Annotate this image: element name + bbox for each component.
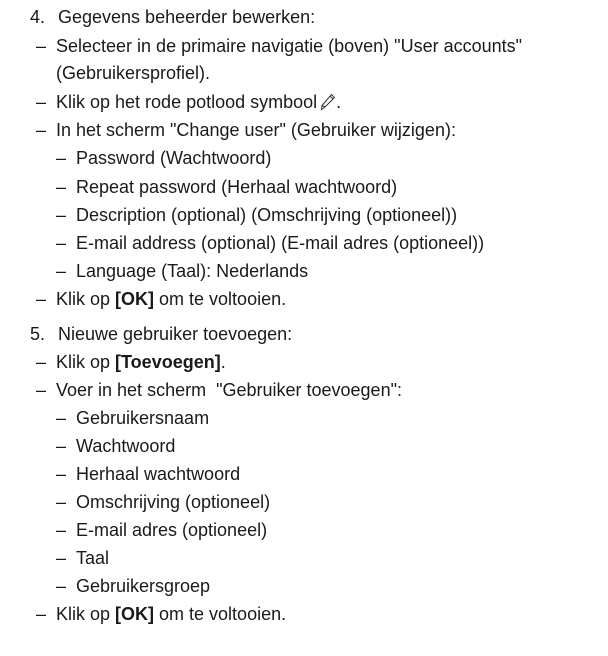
toevoegen-button-label: [Toevoegen]: [115, 352, 221, 372]
list-item-text: Klik op: [56, 352, 116, 372]
list-item-with-icon: Klik op het rode potlood symbool.: [56, 91, 341, 113]
dash-bullet: –: [36, 380, 47, 400]
dash-bullet: –: [36, 92, 47, 112]
list-item-text: Klik op het rode potlood symbool: [56, 92, 318, 112]
sub-list-item-text: Gebruikersnaam: [76, 408, 210, 428]
list-item-text: om te voltooien.: [154, 604, 287, 624]
list-item-text: (Gebruikersprofiel).: [56, 63, 211, 83]
dash-bullet: –: [56, 233, 67, 253]
list-item-text: Klik op: [56, 289, 116, 309]
list-item-text: Selecteer in de primaire navigatie (bove…: [56, 36, 523, 56]
sub-list-item-text: Password (Wachtwoord): [76, 148, 272, 168]
section-number: 4.: [30, 7, 46, 27]
list-item-rich: Klik op [Toevoegen].: [56, 351, 226, 373]
dash-bullet: –: [56, 576, 67, 596]
sub-list-item-text: Taal: [76, 548, 110, 568]
sub-list-item-text: Omschrijving (optioneel): [76, 492, 271, 512]
sub-list-item-text: Wachtwoord: [76, 436, 176, 456]
sub-list-item-text: Gebruikersgroep: [76, 576, 211, 596]
dash-bullet: –: [36, 352, 47, 372]
dash-bullet: –: [36, 120, 47, 140]
document-page: 4. Gegevens beheerder bewerken: – Select…: [0, 0, 608, 656]
pencil-icon: [320, 93, 336, 111]
ok-button-label: [OK]: [115, 289, 155, 309]
dash-bullet: –: [56, 148, 67, 168]
dash-bullet: –: [36, 289, 47, 309]
list-item-text: om te voltooien.: [154, 289, 287, 309]
section-title: Gegevens beheerder bewerken:: [58, 7, 316, 27]
sub-list-item-text: Herhaal wachtwoord: [76, 464, 241, 484]
dash-bullet: –: [56, 520, 67, 540]
sub-list-item-text: E-mail adres (optioneel): [76, 520, 268, 540]
dash-bullet: –: [36, 604, 47, 624]
section-title: Nieuwe gebruiker toevoegen:: [58, 324, 293, 344]
list-item-rich: Klik op [OK] om te voltooien.: [56, 288, 286, 310]
list-item-rich: Klik op [OK] om te voltooien.: [56, 603, 286, 625]
dash-bullet: –: [56, 261, 67, 281]
dash-bullet: –: [36, 36, 47, 56]
dash-bullet: –: [56, 177, 67, 197]
ok-button-label: [OK]: [115, 604, 155, 624]
list-item-text: Klik op: [56, 604, 116, 624]
dash-bullet: –: [56, 205, 67, 225]
list-item-suffix: .: [336, 92, 342, 112]
dash-bullet: –: [56, 492, 67, 512]
list-item-text: Voer in het scherm "Gebruiker toevoegen"…: [56, 380, 402, 400]
list-item-text: In het scherm "Change user" (Gebruiker w…: [56, 120, 456, 140]
dash-bullet: –: [56, 436, 67, 456]
dash-bullet: –: [56, 548, 67, 568]
dash-bullet: –: [56, 408, 67, 428]
section-number: 5.: [30, 324, 46, 344]
sub-list-item-text: Description (optional) (Omschrijving (op…: [76, 205, 458, 225]
dash-bullet: –: [56, 464, 67, 484]
sub-list-item-text: Repeat password (Herhaal wachtwoord): [76, 177, 398, 197]
sub-list-item-text: Language (Taal): Nederlands: [76, 261, 309, 281]
sub-list-item-text: E-mail address (optional) (E-mail adres …: [76, 233, 485, 253]
list-item-text: .: [220, 352, 226, 372]
